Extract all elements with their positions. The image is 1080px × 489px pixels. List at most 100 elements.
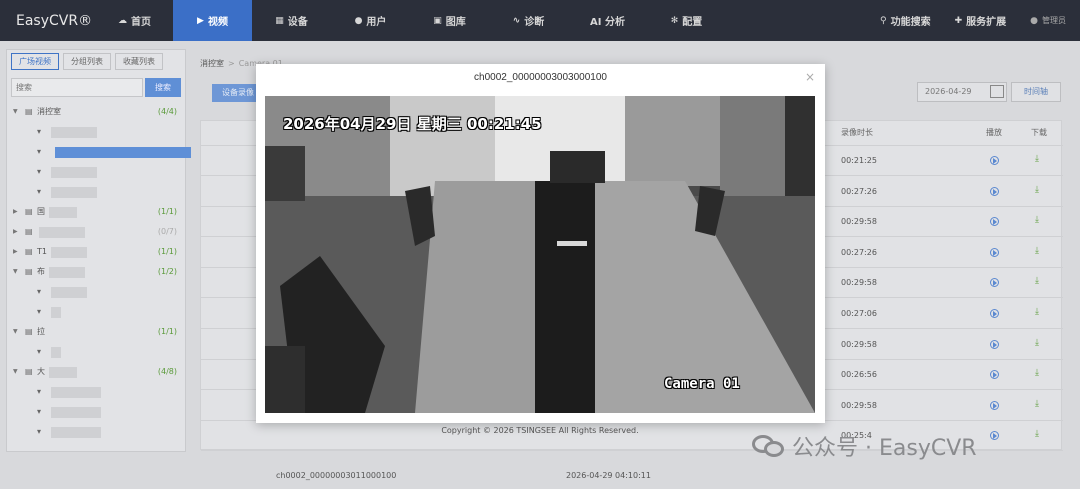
redacted-name bbox=[49, 207, 77, 218]
folder-icon: ▤ bbox=[25, 107, 33, 116]
redacted-name bbox=[51, 387, 101, 398]
func-search-button[interactable]: ⚲ 功能搜索 bbox=[868, 0, 943, 41]
redacted-name bbox=[51, 187, 97, 198]
sidebar-search-input[interactable] bbox=[11, 78, 143, 97]
tree-node[interactable]: ▶ ▤ 国 (1/1) bbox=[7, 202, 185, 222]
redacted-name bbox=[51, 407, 101, 418]
caret-right-icon[interactable]: ▶ bbox=[13, 242, 18, 262]
redacted-name bbox=[51, 287, 87, 298]
app-logo[interactable]: EasyCVR® bbox=[0, 13, 96, 29]
tree-node[interactable]: ▾ bbox=[7, 302, 185, 322]
download-icon[interactable]: ⤓ bbox=[1035, 276, 1039, 286]
play-icon[interactable] bbox=[990, 186, 999, 196]
nav-home[interactable]: ☁ 首页 bbox=[96, 0, 173, 41]
row-duration: 00:27:26 bbox=[841, 186, 877, 196]
row-duration: 00:29:58 bbox=[841, 400, 877, 410]
play-icon[interactable] bbox=[990, 370, 999, 380]
tree-node[interactable]: ▾ bbox=[7, 342, 185, 362]
calendar-icon[interactable] bbox=[990, 85, 1004, 98]
user-menu[interactable]: ● 管理员 bbox=[1018, 0, 1080, 41]
caret-down-icon[interactable]: ▼ bbox=[13, 102, 18, 122]
main-nav: ☁ 首页 ▶ 视频 ▦ 设备 ● 用户 ▣ 图库 ∿ 诊断 AI 分析 ✻ 配置 bbox=[96, 0, 726, 41]
play-icon[interactable] bbox=[990, 217, 999, 227]
video-frame[interactable]: 2026年04月29日 星期三 00:21:45 Camera 01 bbox=[265, 96, 815, 413]
nav-gallery[interactable]: ▣ 图库 bbox=[410, 0, 489, 41]
row-start-time: 2026-04-29 04:10:11 bbox=[566, 471, 651, 480]
redacted-name bbox=[51, 167, 97, 178]
download-icon[interactable]: ⤓ bbox=[1035, 399, 1039, 409]
service-ext-button[interactable]: ✚ 服务扩展 bbox=[943, 0, 1019, 41]
tab-group-list[interactable]: 分组列表 bbox=[63, 53, 111, 70]
play-icon[interactable] bbox=[990, 339, 999, 349]
tree-node[interactable]: ▾ bbox=[7, 182, 185, 202]
wechat-icon bbox=[752, 433, 786, 459]
caret-down-icon[interactable]: ▼ bbox=[13, 362, 18, 382]
nav-diagnose[interactable]: ∿ 诊断 bbox=[489, 0, 568, 41]
cloud-icon: ☁ bbox=[118, 15, 127, 26]
tree-node[interactable]: ▾ bbox=[7, 382, 185, 402]
tree-node[interactable]: ▾ bbox=[7, 402, 185, 422]
play-icon[interactable] bbox=[990, 400, 999, 410]
sidebar: 广场视频 分组列表 收藏列表 搜索 ▼▤消控室(4/4) ▾ ▾ ▾ ▾ ▶▤国… bbox=[6, 49, 191, 452]
camera-scene bbox=[265, 96, 815, 413]
col-duration: 录像时长 bbox=[841, 128, 873, 137]
tab-plaza-video[interactable]: 广场视频 bbox=[11, 53, 59, 70]
download-icon[interactable]: ⤓ bbox=[1035, 338, 1039, 348]
timeline-button[interactable]: 时间轴 bbox=[1011, 82, 1061, 102]
gallery-icon: ▣ bbox=[433, 15, 442, 26]
tree-node[interactable]: ▼ ▤ 大 (4/8) bbox=[7, 362, 185, 382]
nav-devices[interactable]: ▦ 设备 bbox=[252, 0, 331, 41]
caret-down-icon[interactable]: ▼ bbox=[13, 262, 18, 282]
row-duration: 00:27:26 bbox=[841, 247, 877, 257]
nav-ai-analysis[interactable]: AI 分析 bbox=[568, 0, 647, 41]
nav-users[interactable]: ● 用户 bbox=[331, 0, 410, 41]
tree-node[interactable]: ▼ ▤ 拉 (1/1) bbox=[7, 322, 185, 342]
redacted-name bbox=[51, 127, 97, 138]
download-icon[interactable]: ⤓ bbox=[1035, 185, 1039, 195]
tree-node[interactable]: ▾ bbox=[7, 142, 191, 162]
caret-right-icon[interactable]: ▶ bbox=[13, 222, 18, 242]
download-icon[interactable]: ⤓ bbox=[1035, 246, 1039, 256]
tree-node[interactable]: ▾ bbox=[7, 162, 185, 182]
video-player-dialog: ch0002_00000003003000100 × 2026年04月29日 星… bbox=[256, 64, 825, 423]
download-icon[interactable]: ⤓ bbox=[1035, 307, 1039, 317]
tab-favorites[interactable]: 收藏列表 bbox=[115, 53, 163, 70]
avatar-icon: ● bbox=[1030, 15, 1038, 26]
camera-icon: ▾ bbox=[37, 307, 42, 316]
redacted-name bbox=[49, 267, 85, 278]
sidebar-search-button[interactable]: 搜索 bbox=[145, 78, 181, 97]
nav-config[interactable]: ✻ 配置 bbox=[647, 0, 726, 41]
sidebar-search: 搜索 bbox=[7, 73, 185, 102]
device-icon: ▦ bbox=[275, 15, 284, 26]
play-icon[interactable] bbox=[990, 156, 999, 165]
osd-timestamp: 2026年04月29日 星期三 00:21:45 bbox=[283, 115, 542, 133]
nav-video[interactable]: ▶ 视频 bbox=[173, 0, 252, 41]
folder-icon: ▤ bbox=[25, 327, 33, 336]
gear-icon: ✻ bbox=[670, 15, 679, 26]
caret-right-icon[interactable]: ▶ bbox=[13, 202, 18, 222]
row-duration: 00:29:58 bbox=[841, 339, 877, 349]
tree-node[interactable]: ▾ bbox=[7, 282, 185, 302]
redacted-name bbox=[39, 227, 85, 238]
selected-highlight bbox=[55, 147, 191, 158]
close-icon[interactable]: × bbox=[805, 70, 815, 84]
tree-node[interactable]: ▼ ▤ 布 (1/2) bbox=[7, 262, 185, 282]
play-icon[interactable] bbox=[990, 309, 999, 318]
tree-node[interactable]: ▶ ▤ (0/7) bbox=[7, 222, 185, 242]
camera-icon: ▾ bbox=[37, 127, 42, 136]
download-icon[interactable]: ⤓ bbox=[1035, 215, 1039, 225]
download-icon[interactable]: ⤓ bbox=[1035, 368, 1039, 378]
redacted-name bbox=[51, 247, 87, 258]
tree-node[interactable]: ▶ ▤ T1 (1/1) bbox=[7, 242, 185, 262]
caret-down-icon[interactable]: ▼ bbox=[13, 322, 18, 342]
row-channel: ch0002_00000003011000100 bbox=[276, 471, 397, 480]
tree-node[interactable]: ▾ bbox=[7, 122, 185, 142]
download-icon[interactable]: ⤓ bbox=[1035, 154, 1039, 164]
tree-node[interactable]: ▼ ▤ 消控室 (4/4) bbox=[7, 102, 185, 122]
folder-icon: ▤ bbox=[25, 227, 33, 236]
watermark-text: 公众号 · EasyCVR bbox=[792, 436, 977, 461]
row-duration: 00:27:06 bbox=[841, 309, 877, 318]
play-icon[interactable] bbox=[990, 278, 999, 288]
play-icon[interactable] bbox=[990, 247, 999, 257]
breadcrumb-root[interactable]: 消控室 bbox=[200, 59, 224, 68]
